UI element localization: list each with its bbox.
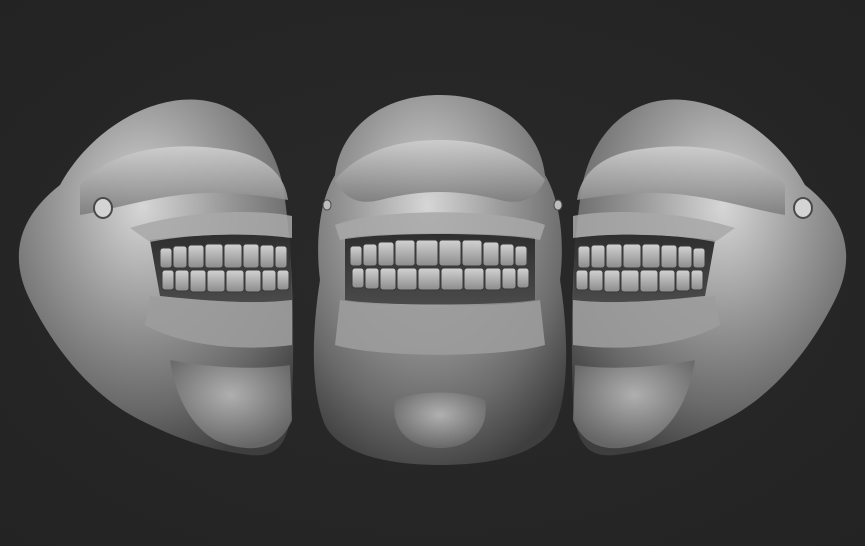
upper-teeth (159, 243, 288, 269)
eye (793, 197, 813, 219)
lower-teeth (161, 269, 290, 293)
left-three-quarter-view (18, 99, 294, 456)
upper-teeth (577, 243, 706, 269)
front-view (313, 95, 567, 465)
right-three-quarter-view (571, 99, 847, 456)
right-eye (553, 199, 563, 211)
eye (93, 197, 113, 219)
lower-teeth (351, 267, 530, 291)
left-eye (322, 199, 332, 211)
sculpt-render (18, 95, 847, 465)
lower-teeth (575, 269, 704, 293)
sculpt-viewport[interactable] (0, 0, 865, 546)
lower-lip (335, 300, 545, 355)
